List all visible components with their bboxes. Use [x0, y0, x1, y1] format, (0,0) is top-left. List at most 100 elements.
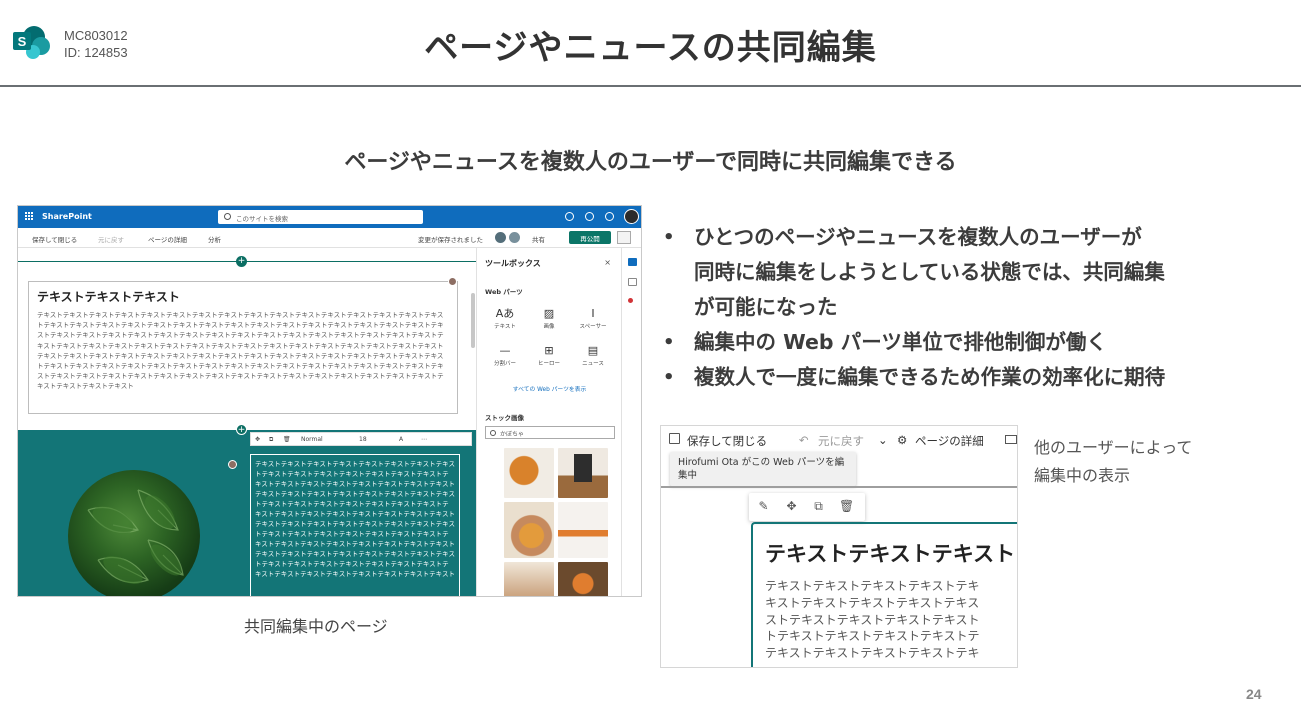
chevron-down-icon[interactable]: ⌄ — [878, 433, 888, 447]
page-details-button[interactable]: ページの詳細 — [148, 234, 187, 244]
header-divider — [0, 85, 1301, 87]
duplicate-icon[interactable]: ⧉ — [812, 500, 825, 513]
toolbox-item-spacer[interactable]: Ⅰ スペーサー — [573, 306, 613, 330]
add-webpart-plus-icon[interactable]: + — [236, 424, 247, 435]
analytics-icon[interactable] — [1005, 435, 1017, 444]
command-bar: 保存して閉じる 元に戻す ページの詳細 分析 変更が保存されました 共有 再公開 — [18, 228, 641, 248]
suite-brand[interactable]: SharePoint — [42, 212, 92, 221]
stock-image-child[interactable] — [504, 502, 554, 558]
sync-rail-icon[interactable] — [628, 278, 637, 286]
toolbox-title: ツールボックス — [485, 259, 541, 268]
slide-subtitle: ページやニュースを複数人のユーザーで同時に共同編集できる — [344, 150, 957, 175]
webparts-heading: Web パーツ — [485, 288, 523, 296]
image-icon: ▨ — [543, 307, 555, 320]
font-size-select[interactable]: 18 — [359, 436, 367, 443]
news-icon: ▤ — [587, 344, 599, 357]
delete-icon[interactable]: 🗑 — [283, 436, 291, 443]
move-icon[interactable]: ✥ — [255, 436, 260, 443]
section-divider — [661, 486, 1017, 488]
bullet-text: 編集中の Web パーツ単位で排他制御が働く — [694, 330, 1107, 354]
suite-bar: SharePoint このサイトを検索 — [18, 206, 641, 228]
webpart-title: テキストテキストテキスト — [37, 290, 180, 304]
stock-search-value: かぼちゃ — [500, 431, 525, 438]
toolbox-item-hero[interactable]: ⊞ ヒーロー — [529, 343, 569, 367]
locked-edit-icon[interactable]: ✎ — [757, 500, 770, 513]
page-number: 24 — [1246, 686, 1262, 702]
coauthor-avatar-1 — [494, 231, 507, 244]
undo-icon: ↶ — [799, 433, 809, 447]
door-shape — [574, 454, 592, 482]
stock-image-decor[interactable] — [504, 562, 554, 596]
spacer-icon: Ⅰ — [591, 307, 595, 320]
body-line: ストテキストテキストテキストテキスト — [765, 612, 980, 627]
stock-image-pumpkins-1[interactable] — [504, 448, 554, 498]
bullet-text: 複数人で一度に編集できるため作業の効率化に期待 — [694, 365, 1166, 389]
toolbox-item-label: テキスト — [494, 324, 516, 330]
webpart-body: テキストテキストテキストテキストテキ キストテキストテキストテキストテキス スト… — [765, 578, 1017, 662]
design-rail-icon[interactable] — [628, 298, 633, 303]
gear-icon[interactable] — [585, 212, 594, 221]
toolbox-item-text[interactable]: Aあ テキスト — [485, 306, 525, 330]
body-line: テキストテキストテキストテキストテキ — [765, 579, 980, 593]
see-all-webparts-link[interactable]: すべての Web パーツを表示 — [477, 384, 622, 393]
toolbox-panel: ツールボックス × Web パーツ Aあ テキスト ▨ 画像 Ⅰ スペーサー —… — [476, 248, 622, 596]
bullet-marker: • — [663, 227, 675, 248]
leaf-pattern — [87, 489, 184, 584]
font-color-icon[interactable]: A — [399, 436, 403, 443]
move-icon[interactable]: ✥ — [785, 500, 798, 513]
close-icon[interactable]: × — [604, 258, 611, 267]
analytics-button[interactable]: 分析 — [208, 234, 221, 244]
duplicate-icon[interactable]: ⧉ — [269, 436, 273, 444]
left-caption: 共同編集中のページ — [244, 617, 388, 636]
save-icon — [669, 433, 680, 444]
stock-images-heading: ストック画像 — [485, 414, 524, 422]
toolbox-item-label: ニュース — [582, 361, 604, 367]
canvas-scrollbar[interactable] — [471, 293, 475, 348]
save-close-button[interactable]: 保存して閉じる — [687, 433, 767, 449]
bullet-marker: • — [663, 367, 675, 388]
coauthor-presence-icon-2 — [228, 460, 237, 469]
share-button[interactable]: 共有 — [532, 234, 545, 244]
toolbox-item-divider[interactable]: — 分割バー — [485, 343, 525, 367]
toolbox-item-label: スペーサー — [579, 324, 607, 330]
help-icon[interactable] — [605, 212, 614, 221]
user-avatar[interactable] — [624, 209, 639, 224]
undo-button[interactable]: 元に戻す — [818, 433, 864, 449]
body-line: テキストテキストテキストテキストテキ — [765, 646, 980, 661]
stock-image-door[interactable] — [558, 448, 608, 498]
app-launcher-icon[interactable] — [25, 212, 34, 221]
section-divider — [18, 261, 476, 262]
coauthor-editing-tooltip: Hirofumi Ota がこの Web パーツを編集中 — [670, 452, 856, 486]
share-network-icon[interactable] — [565, 212, 574, 221]
emphasis-section: + ✥ ⧉ 🗑 Normal 18 A ⋯ テキストテキストテキストテキストテキ… — [18, 424, 476, 596]
side-rail — [621, 248, 641, 596]
toolbox-rail-icon[interactable] — [628, 258, 637, 266]
stock-image-wreath[interactable] — [558, 562, 608, 596]
add-section-plus-icon[interactable]: + — [236, 256, 247, 267]
toolbox-item-label: 分割バー — [493, 361, 516, 367]
page-title: ページやニュースの共同編集 — [424, 28, 877, 68]
text-webpart[interactable]: テキストテキストテキスト テキストテキストテキストテキストテキストテキストテキス… — [28, 281, 458, 414]
page-canvas: + テキストテキストテキスト テキストテキストテキストテキストテキストテキストテ… — [18, 248, 476, 596]
delete-icon[interactable]: 🗑 — [839, 500, 854, 513]
locked-text-webpart[interactable]: テキストテキストテキスト テキストテキストテキストテキストテキ キストテキストテ… — [751, 522, 1017, 667]
republish-button[interactable]: 再公開 — [569, 231, 611, 244]
text-webpart-teal[interactable]: テキストテキストテキストテキストテキストテキストテキストテキストテキストテキスト… — [250, 454, 460, 596]
toolbox-item-news[interactable]: ▤ ニュース — [573, 343, 613, 367]
stock-search-input[interactable]: かぼちゃ — [485, 426, 615, 439]
bullet-list: • ひとつのページやニュースを複数人のユーザーが 同時に編集をしようとしている状態… — [660, 220, 1280, 395]
search-placeholder: このサイトを検索 — [236, 215, 288, 223]
paragraph-style-select[interactable]: Normal — [301, 436, 323, 443]
leaf-image — [68, 470, 200, 596]
more-format-icon[interactable]: ⋯ — [421, 436, 427, 443]
undo-button[interactable]: 元に戻す — [98, 234, 124, 244]
toolbox-item-image[interactable]: ▨ 画像 — [529, 306, 569, 330]
site-search-input[interactable]: このサイトを検索 — [218, 210, 423, 224]
body-line: キストテキストテキストテキストテキス — [765, 595, 980, 610]
toolbox-item-label: 画像 — [543, 324, 555, 330]
collapse-icon[interactable] — [617, 231, 631, 244]
save-close-button[interactable]: 保存して閉じる — [32, 234, 77, 244]
page-details-button[interactable]: ページの詳細 — [915, 433, 984, 449]
stock-image-fireplace[interactable] — [558, 502, 608, 558]
webpart-title: テキストテキストテキスト — [765, 542, 1016, 566]
